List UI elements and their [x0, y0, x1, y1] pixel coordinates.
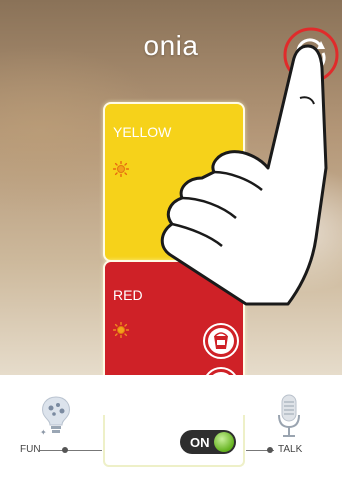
power-toggle[interactable]: ON	[180, 430, 236, 454]
fun-connector-line	[40, 450, 102, 451]
fun-label: FUN	[20, 444, 41, 455]
lightbulb-icon[interactable]: ✦	[38, 395, 74, 437]
talk-connector-dot	[267, 447, 273, 453]
card-label-red: RED	[113, 287, 143, 303]
svg-text:✦: ✦	[40, 428, 47, 437]
app-screen: onia YELLOW RED ✦ FUN TALK ON	[0, 0, 342, 487]
fun-connector-dot	[62, 447, 68, 453]
sun-icon	[113, 161, 129, 177]
sun-icon	[113, 322, 129, 338]
microphone-icon[interactable]	[276, 393, 302, 439]
toggle-knob	[214, 432, 234, 452]
toggle-state-label: ON	[190, 435, 210, 450]
talk-label: TALK	[278, 444, 303, 455]
paint-can-icon[interactable]	[202, 322, 240, 360]
pointing-hand-icon	[160, 44, 328, 306]
